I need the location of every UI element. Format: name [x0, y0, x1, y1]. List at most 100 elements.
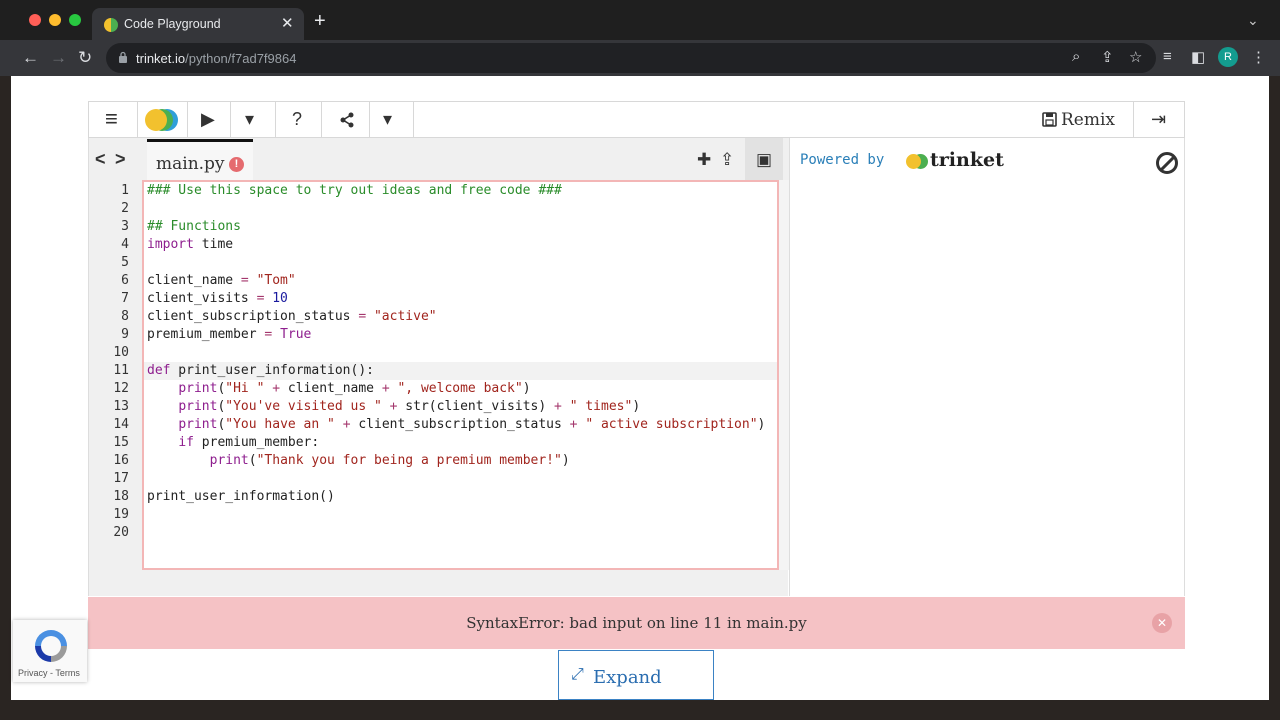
- side-panel-icon[interactable]: ◧: [1191, 48, 1205, 66]
- code-line[interactable]: print_user_information(): [147, 488, 335, 506]
- share-dropdown-icon[interactable]: ▾: [383, 109, 392, 130]
- tab-search-icon[interactable]: ⌄: [1247, 12, 1259, 29]
- error-message-bar: SyntaxError: bad input on line 11 in mai…: [88, 597, 1185, 649]
- code-line[interactable]: print("You have an " + client_subscripti…: [147, 416, 765, 434]
- bookmark-star-icon[interactable]: ☆: [1129, 48, 1142, 66]
- code-line[interactable]: import time: [147, 236, 233, 254]
- url-text: trinket.io/python/f7ad7f9864: [136, 51, 296, 66]
- toolbar-divider: [1133, 102, 1134, 138]
- line-number: 9: [121, 327, 129, 342]
- toolbar-divider: [321, 102, 322, 138]
- share-page-icon[interactable]: ⇪: [1101, 48, 1114, 66]
- chevron-left-icon[interactable]: <: [95, 149, 106, 170]
- file-tab-label: main.py: [156, 154, 225, 174]
- line-number: 8: [121, 309, 129, 324]
- browser-menu-icon[interactable]: ⋮: [1251, 48, 1266, 66]
- code-line[interactable]: print("You've visited us " + str(client_…: [147, 398, 640, 416]
- editor-header: < > main.py ! ✚ ⇪ ▣: [89, 138, 789, 180]
- url-path: /python/f7ad7f9864: [185, 51, 297, 66]
- line-number: 1: [121, 183, 129, 198]
- help-icon[interactable]: ?: [292, 109, 302, 130]
- code-line[interactable]: print("Thank you for being a premium mem…: [147, 452, 570, 470]
- line-number: 18: [113, 489, 129, 504]
- line-number: 4: [121, 237, 129, 252]
- forward-icon[interactable]: →: [50, 48, 67, 68]
- line-number: 19: [113, 507, 129, 522]
- trinket-toolbar: ≡ ▶ ▾ ? ▾ Remix ⇥: [88, 101, 1185, 138]
- line-number: 3: [121, 219, 129, 234]
- browser-tab[interactable]: Code Playground ✕: [92, 8, 304, 44]
- recaptcha-privacy-terms[interactable]: Privacy - Terms: [18, 668, 80, 678]
- editor-scrollbar[interactable]: [779, 180, 789, 570]
- output-panel: Powered by trinket: [789, 138, 1185, 596]
- close-window-button[interactable]: [29, 14, 41, 26]
- toolbar-divider: [369, 102, 370, 138]
- reading-list-icon[interactable]: ≡: [1163, 48, 1172, 65]
- line-number: 15: [113, 435, 129, 450]
- code-line[interactable]: client_name = "Tom": [147, 272, 296, 290]
- minimize-window-button[interactable]: [49, 14, 61, 26]
- zoom-icon[interactable]: ⌕: [1072, 48, 1080, 65]
- line-number: 10: [113, 345, 129, 360]
- maximize-window-button[interactable]: [69, 14, 81, 26]
- code-line[interactable]: client_visits = 10: [147, 290, 288, 308]
- back-icon[interactable]: ←: [22, 48, 39, 68]
- error-badge-icon: !: [229, 157, 244, 172]
- url-field[interactable]: trinket.io/python/f7ad7f9864: [106, 43, 1156, 73]
- line-number: 11: [113, 363, 129, 378]
- reload-icon[interactable]: ↻: [78, 48, 92, 68]
- code-editor-panel: < > main.py ! ✚ ⇪ ▣ 1 2 3 4 5 6 7 8 9 10 11 12 13 14 1…: [88, 138, 789, 596]
- tab-title: Code Playground: [124, 17, 221, 31]
- save-icon: [1042, 112, 1057, 127]
- recaptcha-icon: [35, 630, 67, 662]
- code-line[interactable]: print("Hi " + client_name + ", welcome b…: [147, 380, 530, 398]
- profile-avatar[interactable]: R: [1218, 47, 1238, 67]
- trinket-brand-text: trinket: [930, 149, 1004, 171]
- lock-icon: [119, 51, 127, 63]
- trinket-brand-icon: [904, 153, 928, 171]
- code-line[interactable]: premium_member = True: [147, 326, 311, 344]
- powered-by-label: Powered by: [800, 152, 885, 168]
- share-icon[interactable]: [339, 112, 355, 128]
- trinket-logo-icon: [144, 106, 180, 134]
- toolbar-divider: [230, 102, 231, 138]
- code-line[interactable]: client_subscription_status = "active": [147, 308, 437, 326]
- chevron-right-icon[interactable]: >: [115, 149, 126, 170]
- run-icon[interactable]: ▶: [201, 109, 215, 130]
- recaptcha-badge[interactable]: Privacy - Terms: [13, 620, 87, 682]
- image-library-button[interactable]: ▣: [745, 138, 783, 180]
- remix-button[interactable]: Remix: [1042, 110, 1115, 130]
- code-line[interactable]: def print_user_information():: [147, 362, 374, 380]
- expand-button[interactable]: ⤢ Expand: [558, 650, 714, 700]
- address-bar-row: ← → ↻ trinket.io/python/f7ad7f9864 ⌕ ⇪ ☆…: [0, 40, 1280, 76]
- browser-tab-bar: Code Playground ✕ + ⌄: [0, 0, 1280, 44]
- stop-icon[interactable]: [1156, 152, 1178, 174]
- upload-icon[interactable]: ⇪: [720, 150, 734, 170]
- page: ≡ ▶ ▾ ? ▾ Remix ⇥ < > main.py ! ✚ ⇪ ▣ 1 …: [11, 76, 1269, 700]
- run-options-dropdown-icon[interactable]: ▾: [245, 109, 254, 130]
- code-line[interactable]: ## Functions: [147, 218, 241, 236]
- toolbar-divider: [275, 102, 276, 138]
- line-number-gutter: 1 2 3 4 5 6 7 8 9 10 11 12 13 14 15 16 17 18 19 20: [89, 180, 142, 570]
- line-number: 17: [113, 471, 129, 486]
- line-number: 20: [113, 525, 129, 540]
- remix-label: Remix: [1061, 110, 1116, 130]
- sign-in-icon[interactable]: ⇥: [1151, 109, 1166, 130]
- line-number: 5: [121, 255, 129, 270]
- new-tab-button[interactable]: +: [314, 11, 326, 31]
- code-line[interactable]: if premium_member:: [147, 434, 319, 452]
- tab-close-icon[interactable]: ✕: [281, 14, 294, 32]
- url-host: trinket.io: [136, 51, 186, 66]
- line-number: 16: [113, 453, 129, 468]
- line-number: 14: [113, 417, 129, 432]
- close-error-icon[interactable]: ✕: [1152, 613, 1172, 633]
- line-number: 7: [121, 291, 129, 306]
- file-tab-main-py[interactable]: main.py !: [147, 139, 253, 180]
- code-area[interactable]: 1 2 3 4 5 6 7 8 9 10 11 12 13 14 15 16 17 18 19 20 ### Use …: [89, 180, 779, 570]
- error-message: SyntaxError: bad input on line 11 in mai…: [466, 614, 807, 632]
- line-number: 13: [113, 399, 129, 414]
- expand-arrows-icon: ⤢: [571, 666, 584, 683]
- code-line[interactable]: ### Use this space to try out ideas and …: [147, 182, 562, 200]
- add-file-icon[interactable]: ✚: [697, 150, 711, 170]
- menu-icon[interactable]: ≡: [105, 106, 118, 132]
